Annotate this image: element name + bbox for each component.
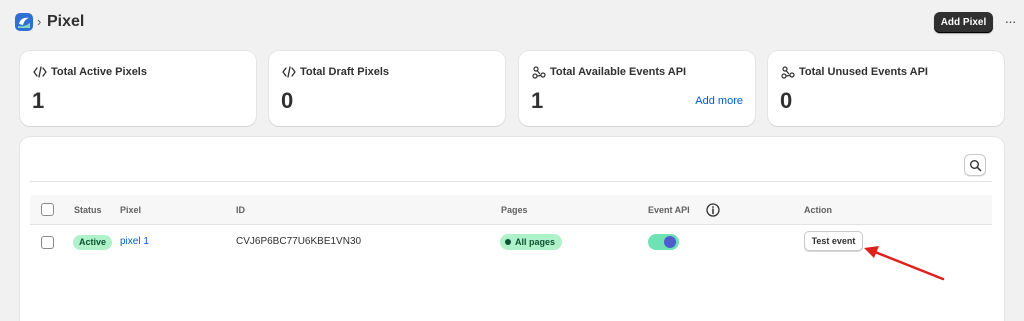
column-header-status[interactable]: Status bbox=[74, 195, 102, 225]
breadcrumb-separator: › bbox=[37, 14, 42, 29]
stat-label: Total Available Events API bbox=[550, 66, 687, 78]
stat-card-unused-events-api: Total Unused Events API 0 bbox=[768, 51, 1004, 126]
row-checkbox[interactable] bbox=[41, 236, 54, 249]
column-header-event-api[interactable]: Event API bbox=[648, 195, 690, 225]
stat-value: 0 bbox=[780, 88, 793, 113]
stat-value: 0 bbox=[281, 88, 294, 113]
info-icon[interactable] bbox=[706, 203, 720, 217]
search-icon bbox=[970, 160, 982, 172]
column-header-id[interactable]: ID bbox=[236, 195, 245, 225]
code-icon bbox=[282, 66, 296, 78]
more-actions-icon[interactable]: ··· bbox=[1001, 12, 1019, 32]
table-header: Status Pixel ID Pages Event API Action bbox=[30, 195, 992, 225]
stat-label: Total Active Pixels bbox=[51, 66, 147, 78]
stat-label: Total Draft Pixels bbox=[300, 66, 390, 78]
add-more-link[interactable]: Add more bbox=[695, 94, 743, 108]
stat-card-draft-pixels: Total Draft Pixels 0 bbox=[269, 51, 505, 126]
status-badge: Active bbox=[73, 235, 113, 250]
column-header-action: Action bbox=[804, 205, 832, 215]
stat-card-active-pixels: Total Active Pixels 1 bbox=[20, 51, 256, 126]
table-row[interactable]: Active pixel 1 CVJ6P6BC77U6KBE1VN30 All … bbox=[30, 226, 992, 258]
code-icon bbox=[33, 66, 47, 78]
select-all-checkbox[interactable] bbox=[41, 203, 54, 216]
pixels-table-panel: Status Pixel ID Pages Event API Action A… bbox=[20, 137, 1004, 321]
toggle-knob bbox=[664, 236, 676, 248]
pixel-name-link[interactable]: pixel 1 bbox=[120, 226, 149, 258]
webhook-icon bbox=[781, 66, 795, 79]
stat-value: 1 bbox=[531, 88, 544, 113]
search-button[interactable] bbox=[964, 154, 986, 176]
status-dot-icon bbox=[505, 239, 511, 245]
stat-card-available-events-api: Total Available Events API 1 Add more bbox=[519, 51, 755, 126]
pixel-id: CVJ6P6BC77U6KBE1VN30 bbox=[236, 236, 362, 247]
test-event-button[interactable]: Test event bbox=[804, 231, 863, 251]
page-header: › Pixel Add Pixel ··· bbox=[0, 0, 1024, 44]
pages-badge: All pages bbox=[500, 234, 563, 250]
column-header-pages[interactable]: Pages bbox=[501, 195, 528, 225]
page-title: Pixel bbox=[47, 13, 85, 30]
webhook-icon bbox=[532, 66, 546, 79]
add-pixel-button[interactable]: Add Pixel bbox=[934, 12, 993, 33]
column-header-pixel[interactable]: Pixel bbox=[120, 195, 141, 225]
app-logo-icon bbox=[15, 13, 33, 31]
stat-value: 1 bbox=[32, 88, 45, 113]
stat-label: Total Unused Events API bbox=[799, 66, 928, 78]
divider bbox=[30, 181, 992, 182]
event-api-toggle[interactable] bbox=[648, 234, 679, 250]
pages-badge-label: All pages bbox=[515, 237, 556, 247]
